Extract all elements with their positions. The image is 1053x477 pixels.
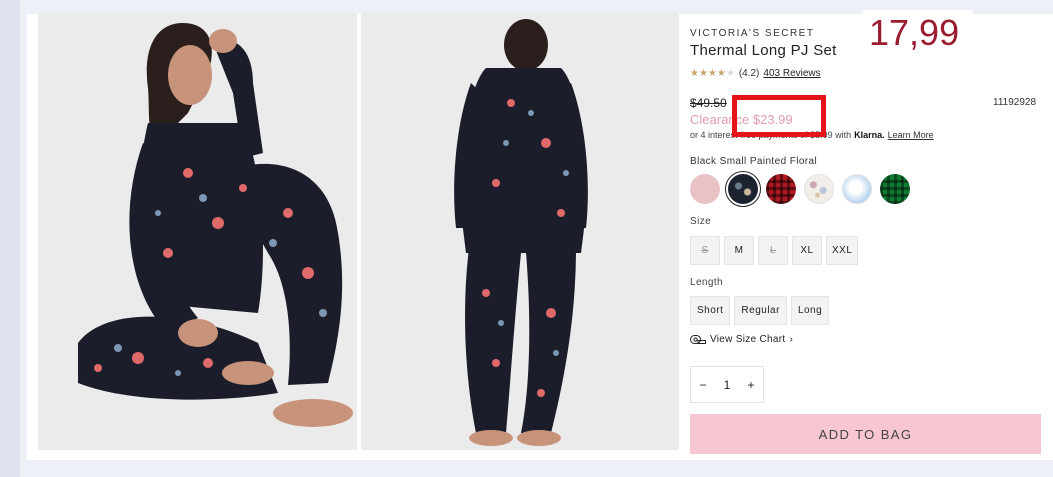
size-option-m[interactable]: M — [724, 236, 754, 265]
rating-value: (4.2) — [738, 68, 760, 79]
size-chart-label: View Size Chart — [710, 334, 786, 345]
color-swatches — [690, 171, 910, 207]
quantity-stepper: − 1 + — [690, 366, 764, 403]
swatch-light-blue[interactable] — [842, 174, 872, 204]
rating-row: ★★★★★ (4.2) 403 Reviews — [690, 68, 821, 79]
size-label: Size — [690, 216, 712, 227]
swatch-pastel-floral[interactable] — [804, 174, 834, 204]
brand-name: VICTORIA'S SECRET — [690, 28, 815, 39]
swatch-pink[interactable] — [690, 174, 720, 204]
decrease-quantity-button[interactable]: − — [700, 378, 707, 392]
length-label: Length — [690, 277, 723, 288]
swatch-green-plaid[interactable] — [880, 174, 910, 204]
length-option-regular[interactable]: Regular — [734, 296, 787, 325]
product-sku: 11192928 — [993, 97, 1037, 108]
klarna-logo: Klarna. — [854, 130, 885, 140]
size-option-s[interactable]: S — [690, 236, 720, 265]
view-size-chart-link[interactable]: View Size Chart › — [690, 334, 793, 345]
product-title: Thermal Long PJ Set — [690, 42, 837, 59]
reviews-link[interactable]: 403 Reviews — [763, 68, 820, 79]
measuring-tape-icon — [690, 334, 706, 344]
size-option-xl[interactable]: XL — [792, 236, 822, 265]
product-image-front[interactable] — [38, 13, 357, 450]
swatch-black-small-painted-floral[interactable] — [725, 171, 761, 207]
size-options: S M L XL XXL — [690, 236, 859, 265]
length-option-short[interactable]: Short — [690, 296, 731, 325]
klarna-learn-more-link[interactable]: Learn More — [888, 130, 934, 140]
length-options: Short Regular Long — [690, 296, 830, 325]
selected-color-name: Black Small Painted Floral — [690, 156, 818, 167]
star-rating-icon: ★★★★★ — [690, 68, 735, 79]
model-seated-image — [38, 13, 357, 450]
original-price: $49.50 — [690, 96, 727, 110]
product-image-back[interactable] — [361, 13, 679, 450]
left-background-strip — [0, 0, 20, 477]
length-option-long[interactable]: Long — [790, 296, 830, 325]
chevron-right-icon: › — [789, 334, 794, 345]
size-option-xxl[interactable]: XXL — [826, 236, 859, 265]
swatch-red-plaid[interactable] — [766, 174, 796, 204]
price-highlight-box — [732, 95, 826, 137]
increase-quantity-button[interactable]: + — [747, 378, 754, 392]
model-back-image — [361, 13, 679, 450]
size-option-l[interactable]: L — [758, 236, 788, 265]
quantity-value[interactable]: 1 — [724, 378, 731, 392]
add-to-bag-button[interactable]: ADD TO BAG — [690, 414, 1041, 454]
annotated-price-note: 17,99 — [863, 10, 973, 58]
